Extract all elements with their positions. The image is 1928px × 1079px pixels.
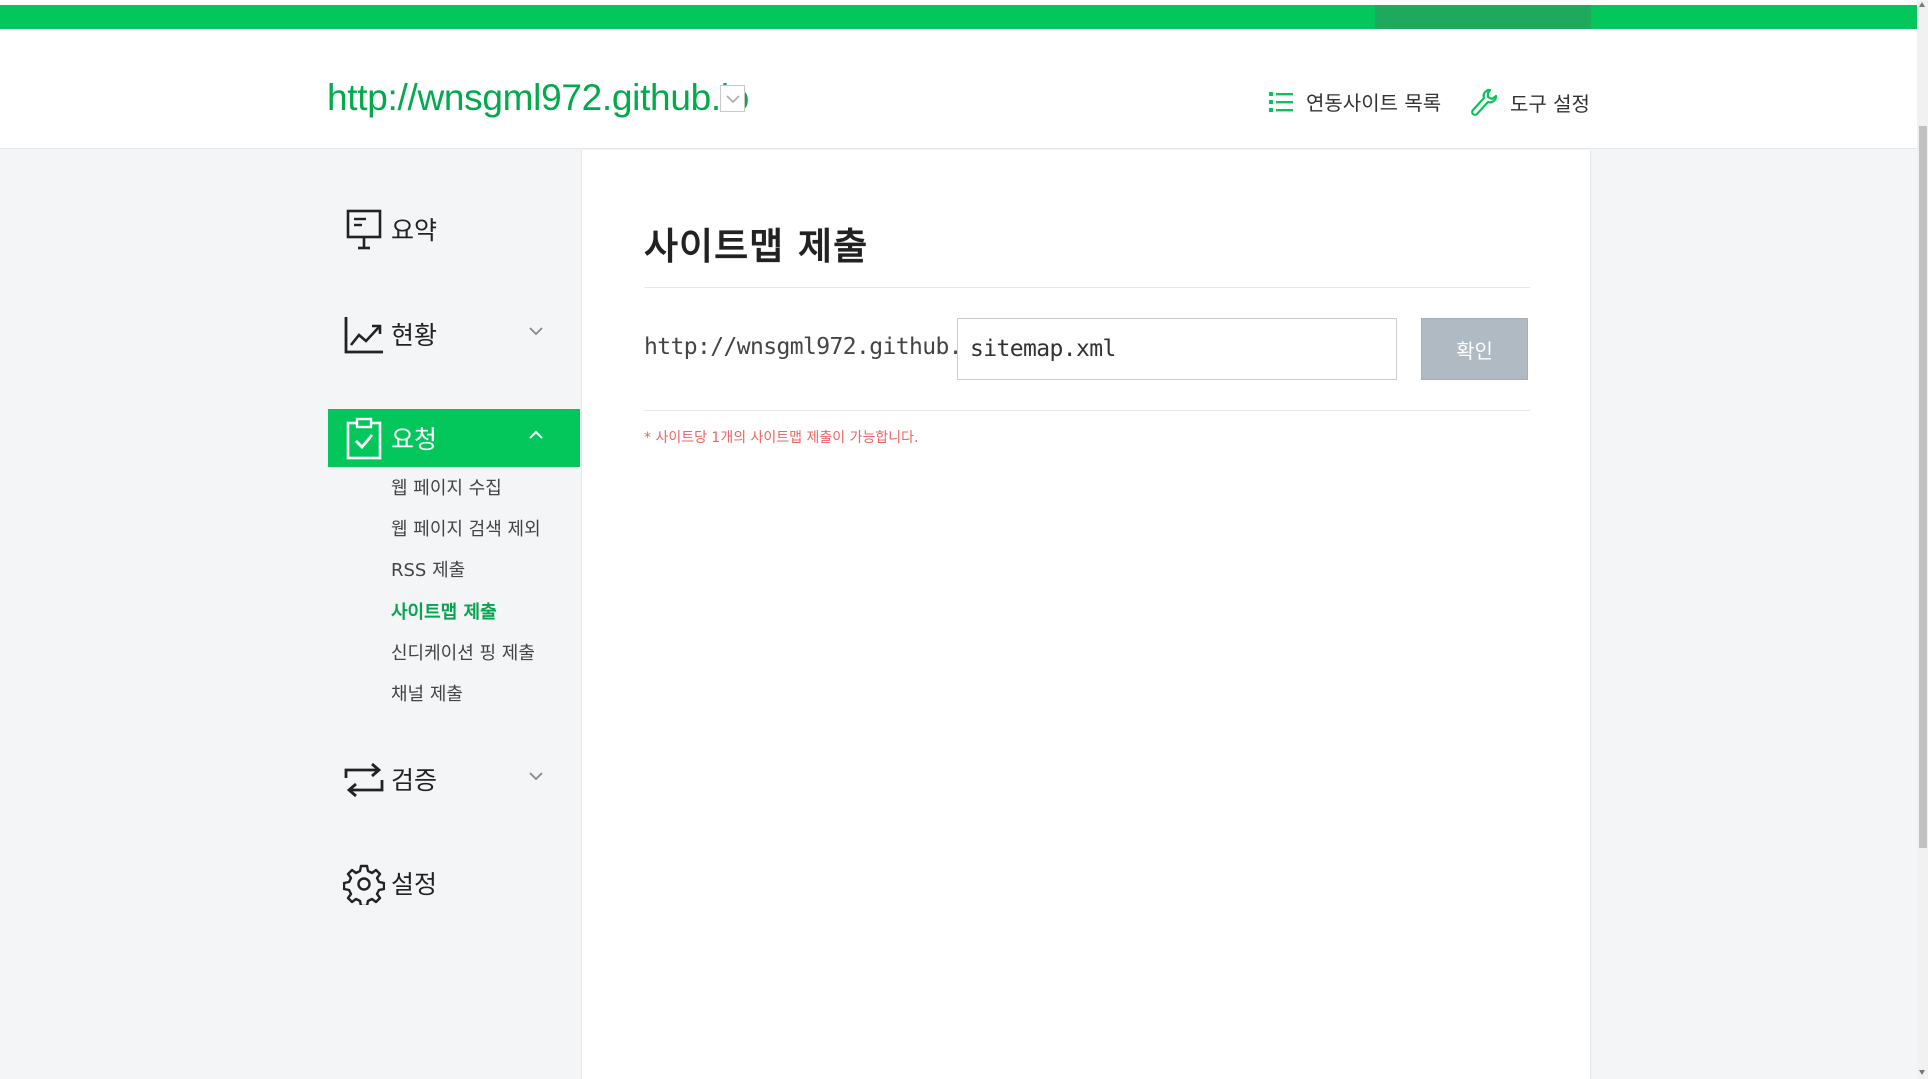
gear-icon (342, 862, 386, 906)
submenu-syndication-ping[interactable]: 신디케이션 핑 제출 (391, 638, 541, 679)
submenu-channel-submit[interactable]: 채널 제출 (391, 679, 541, 720)
submenu-rss-submit[interactable]: RSS 제출 (391, 555, 541, 596)
tool-settings-label: 도구 설정 (1510, 91, 1590, 116)
presentation-board-icon (342, 208, 386, 252)
scroll-down-arrow-icon[interactable] (1919, 1070, 1925, 1075)
url-prefix: http://wnsgml972.github.io/ (644, 334, 1002, 360)
sidebar-item-settings[interactable]: 설정 (328, 854, 580, 912)
sidebar-item-status[interactable]: 현황 (328, 305, 580, 363)
top-bar (0, 0, 1917, 29)
page-title: 사이트맵 제출 (644, 225, 869, 268)
sidebar-item-settings-label: 설정 (391, 870, 438, 899)
submenu-sitemap-submit[interactable]: 사이트맵 제출 (391, 597, 541, 638)
confirm-button[interactable]: 확인 (1421, 318, 1528, 380)
wrench-icon (1470, 87, 1498, 117)
request-submenu: 웹 페이지 수집 웹 페이지 검색 제외 RSS 제출 사이트맵 제출 신디케이… (391, 473, 541, 720)
submenu-web-page-collect[interactable]: 웹 페이지 수집 (391, 473, 541, 514)
site-dropdown-button[interactable] (720, 85, 745, 112)
linked-sites-link[interactable]: 연동사이트 목록 (1268, 87, 1441, 116)
tool-settings-link[interactable]: 도구 설정 (1470, 87, 1590, 117)
chevron-down-icon (529, 327, 543, 336)
scrollbar-thumb[interactable] (1919, 126, 1927, 848)
scroll-up-arrow-icon[interactable] (1919, 2, 1925, 7)
sidebar-item-request-label: 요청 (391, 425, 438, 454)
list-icon (1268, 90, 1294, 114)
submission-note: * 사이트당 1개의 사이트맵 제출이 가능합니다. (644, 430, 919, 446)
chevron-down-icon (726, 95, 740, 104)
sidebar-item-summary-label: 요약 (391, 216, 438, 245)
clipboard-check-icon (342, 417, 386, 461)
main-content: 사이트맵 제출 http://wnsgml972.github.io/ 확인 *… (581, 150, 1591, 1079)
chevron-down-icon (529, 772, 543, 781)
sidebar-item-summary[interactable]: 요약 (328, 200, 580, 258)
sitemap-path-input[interactable] (957, 318, 1397, 380)
submenu-web-page-exclude[interactable]: 웹 페이지 검색 제외 (391, 514, 541, 555)
divider (644, 410, 1530, 411)
sidebar-item-verify[interactable]: 검증 (328, 750, 580, 808)
line-chart-icon (342, 313, 386, 357)
top-green-band (0, 5, 1917, 29)
top-band-highlight (1375, 5, 1591, 29)
header: http://wnsgml972.github.io 연동사이트 목록 도구 설… (0, 29, 1917, 149)
chevron-up-icon (529, 430, 543, 439)
sidebar-item-status-label: 현황 (391, 321, 438, 350)
divider (644, 287, 1530, 288)
vertical-scrollbar[interactable] (1917, 0, 1928, 1079)
sidebar-item-request[interactable]: 요청 (328, 409, 580, 467)
sidebar-item-verify-label: 검증 (391, 766, 438, 795)
site-url-title[interactable]: http://wnsgml972.github.io (327, 77, 749, 119)
linked-sites-label: 연동사이트 목록 (1306, 91, 1442, 115)
exchange-arrows-icon (342, 758, 386, 802)
